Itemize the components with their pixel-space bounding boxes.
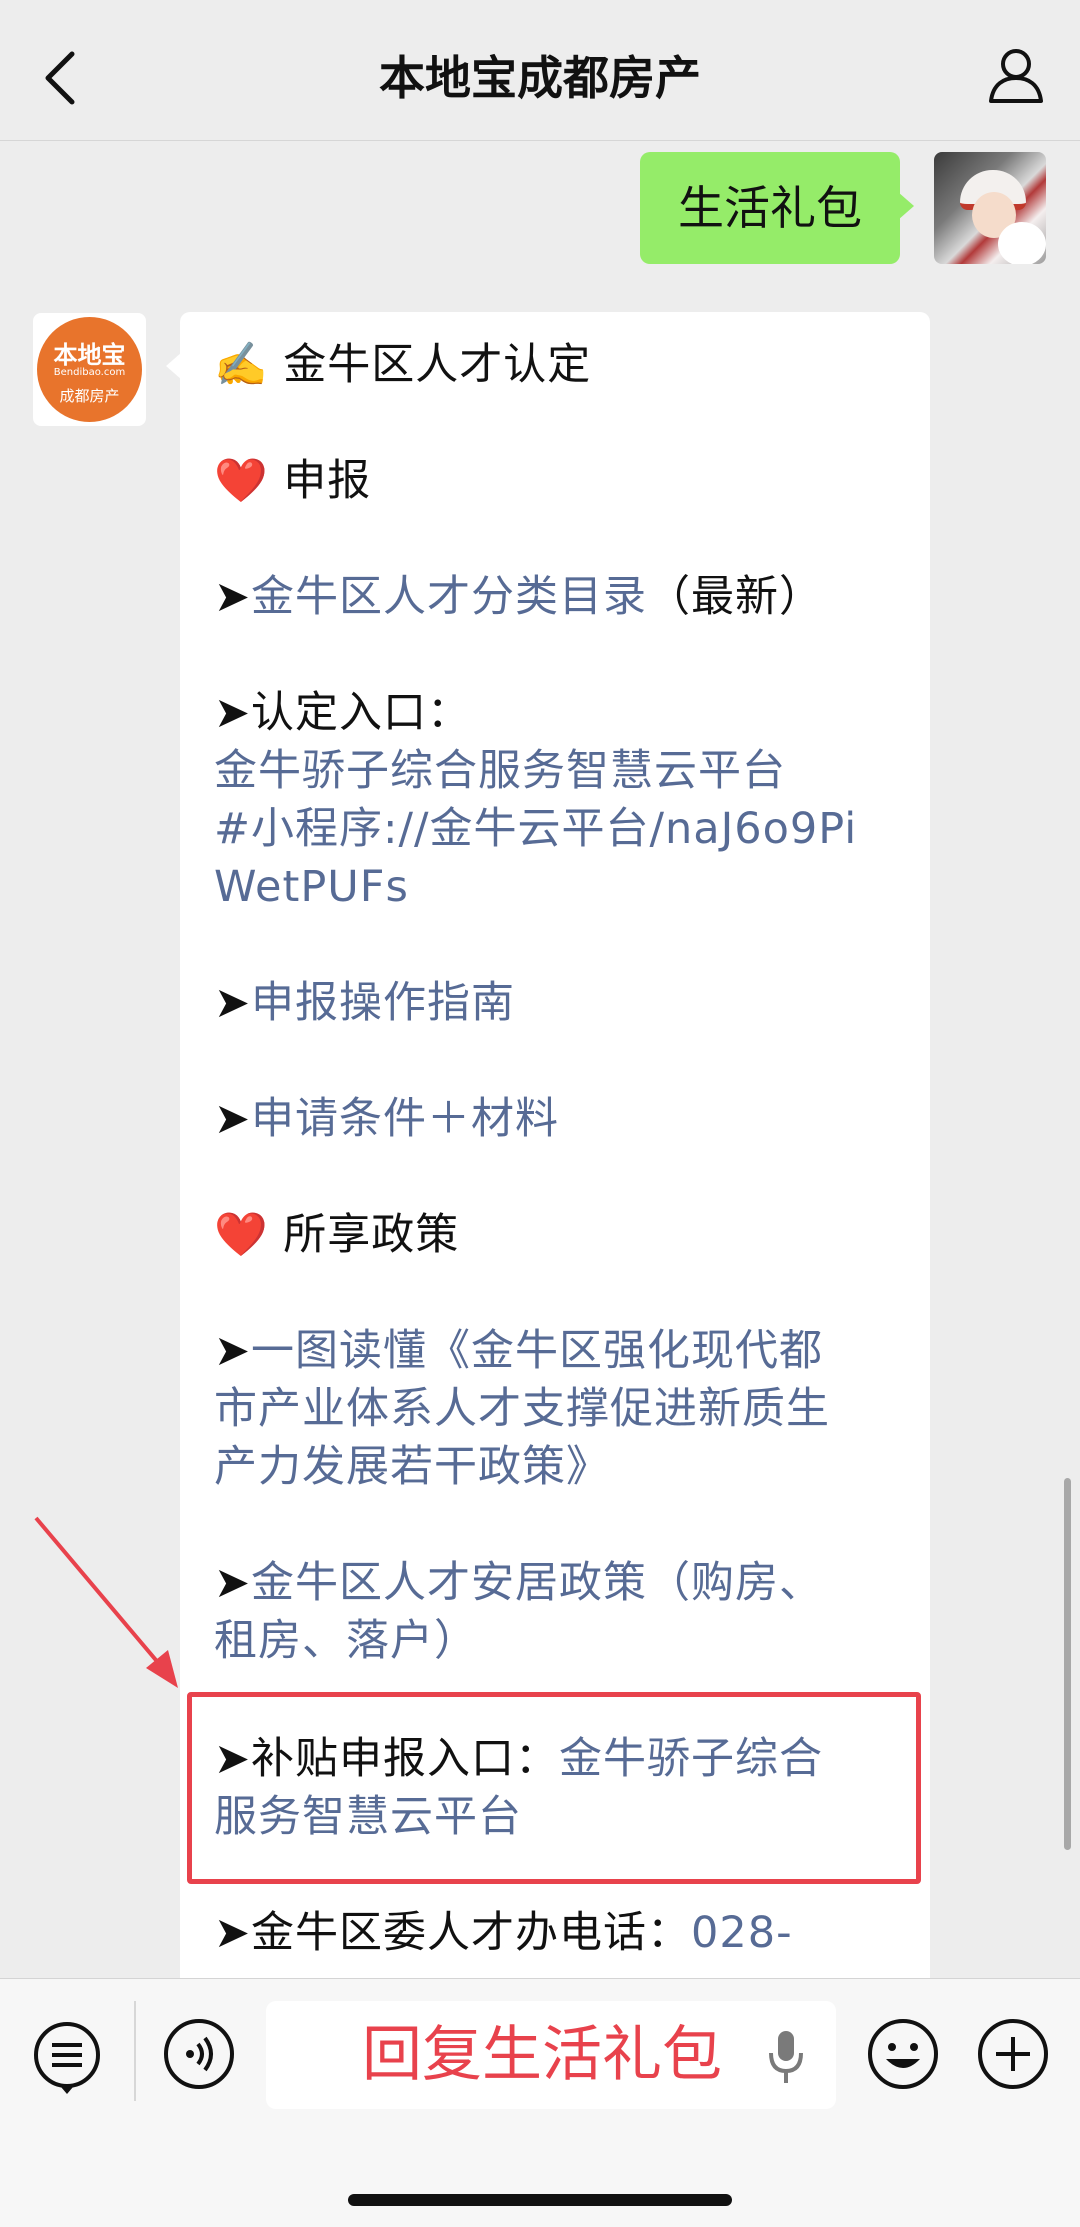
link-housing-line2[interactable]: 租房、落户） [214, 1612, 904, 1670]
link-entry-platform[interactable]: 金牛骄子综合服务智慧云平台 [214, 742, 904, 800]
voice-icon[interactable] [162, 2017, 236, 2091]
item-entry: ➤认定入口： 金牛骄子综合服务智慧云平台 #小程序://金牛云平台/naJ6o9… [214, 684, 904, 916]
menu-list-icon[interactable] [30, 2021, 104, 2095]
arrow-bullet-icon: ➤ [214, 1094, 252, 1144]
input-bar: 回复生活礼包 [0, 1978, 1080, 2227]
link-housing-line1[interactable]: 金牛区人才安居政策（购房、 [251, 1558, 823, 1608]
home-indicator[interactable] [348, 2194, 732, 2206]
link-policy-line1[interactable]: 一图读懂《金牛区强化现代都 [251, 1326, 823, 1376]
arrow-bullet-icon: ➤ [214, 572, 252, 622]
item-housing: ➤金牛区人才安居政策（购房、 租房、落户） [214, 1554, 904, 1670]
item-guide: ➤申报操作指南 [214, 974, 904, 1032]
outgoing-message-bubble[interactable]: 生活礼包 [640, 152, 914, 264]
link-phone[interactable]: 028- [691, 1908, 793, 1958]
heart-icon: ❤️ [214, 1210, 269, 1260]
link-conditions[interactable]: 申请条件＋材料 [251, 1094, 559, 1144]
arrow-bullet-icon: ➤ [214, 1908, 252, 1958]
bot-logo-sub: 成都房产 [59, 387, 120, 405]
item-catalog: ➤金牛区人才分类目录（最新） [214, 572, 824, 622]
link-policy-line2[interactable]: 市产业体系人才支撑促进新质生 [214, 1380, 904, 1438]
user-avatar[interactable] [934, 152, 1046, 264]
item-policy: ➤一图读懂《金牛区强化现代都 市产业体系人才支撑促进新质生 产力发展若干政策》 [214, 1322, 904, 1496]
heart-icon: ❤️ [214, 456, 269, 506]
message-heading: ✍️ 金牛区人才认定 [214, 340, 592, 390]
avatar-bear-shape [998, 222, 1046, 264]
bot-logo: 本地宝 Bendibao.com 成都房产 [37, 317, 142, 422]
link-entry-miniprogram[interactable]: #小程序://金牛云平台/naJ6o9Pi [214, 800, 904, 858]
section-apply: ❤️ 申报 [214, 456, 372, 506]
input-hint-text: 回复生活礼包 [362, 2020, 722, 2090]
person-icon[interactable] [986, 44, 1046, 104]
link-catalog[interactable]: 金牛区人才分类目录 [251, 572, 647, 622]
emoji-icon[interactable] [866, 2017, 940, 2091]
link-entry-miniprogram-cont[interactable]: WetPUFs [214, 858, 904, 916]
writing-hand-icon: ✍️ [214, 340, 269, 390]
bot-logo-main: 本地宝 [53, 341, 126, 369]
section-policy: ❤️ 所享政策 [214, 1210, 460, 1260]
item-conditions: ➤申请条件＋材料 [214, 1090, 904, 1148]
item-phone: ➤金牛区委人才办电话：028- [214, 1908, 793, 1958]
chat-header: 本地宝成都房产 [0, 0, 1080, 141]
chat-title: 本地宝成都房产 [379, 51, 701, 105]
link-policy-line3[interactable]: 产力发展若干政策》 [214, 1438, 904, 1496]
input-divider [134, 2001, 136, 2101]
arrow-bullet-icon: ➤ [214, 1558, 252, 1608]
message-input[interactable]: 回复生活礼包 [266, 2001, 836, 2109]
bot-logo-site: Bendibao.com [53, 367, 126, 378]
bot-avatar[interactable]: 本地宝 Bendibao.com 成都房产 [33, 313, 146, 426]
link-guide[interactable]: 申报操作指南 [251, 978, 515, 1028]
arrow-bullet-icon: ➤ [214, 688, 252, 738]
plus-icon[interactable] [976, 2017, 1050, 2091]
arrow-bullet-icon: ➤ [214, 978, 252, 1028]
highlight-box [187, 1692, 921, 1884]
mic-icon[interactable] [766, 2029, 806, 2085]
scrollbar[interactable] [1064, 1478, 1071, 1850]
arrow-bullet-icon: ➤ [214, 1326, 252, 1376]
red-arrow-icon [34, 1516, 178, 1688]
